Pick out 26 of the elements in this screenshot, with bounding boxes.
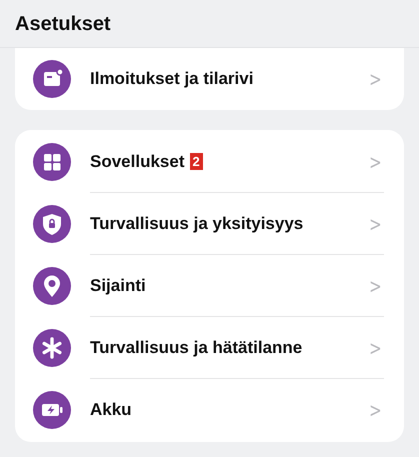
page-title: Asetukset (15, 12, 111, 36)
chevron: > (369, 66, 382, 93)
settings-item[interactable]: Ilmoitukset ja tilarivi > (15, 48, 404, 110)
item-label: Ilmoitukset ja tilarivi (90, 68, 254, 90)
chevron: > (369, 397, 382, 424)
item-label: Sijainti (90, 274, 146, 297)
location-pin-icon (33, 267, 71, 305)
battery-icon (33, 391, 71, 429)
settings-item[interactable]: Turvallisuus ja yksityisyys > (15, 193, 404, 255)
settings-item[interactable]: Akku > (15, 379, 404, 441)
settings-item[interactable]: Turvallisuus ja hätätilanne > (15, 317, 404, 379)
item-label: Sovellukset (90, 150, 184, 173)
item-label: Akku (90, 399, 132, 422)
settings-item[interactable]: Sovellukset 2 > (15, 131, 404, 193)
count-badge: 2 (190, 153, 203, 170)
chevron: > (369, 272, 382, 300)
item-label: Turvallisuus ja hätätilanne (90, 336, 302, 359)
chevron: > (369, 334, 382, 362)
shield-lock-icon (33, 205, 71, 243)
item-label: Turvallisuus ja yksityisyys (90, 212, 304, 235)
settings-item[interactable]: Sijainti > (15, 255, 404, 317)
grid-icon (33, 143, 71, 181)
chevron: > (369, 148, 382, 176)
asterisk-icon (33, 329, 71, 367)
notification-icon (33, 60, 71, 98)
chevron: > (369, 210, 382, 238)
